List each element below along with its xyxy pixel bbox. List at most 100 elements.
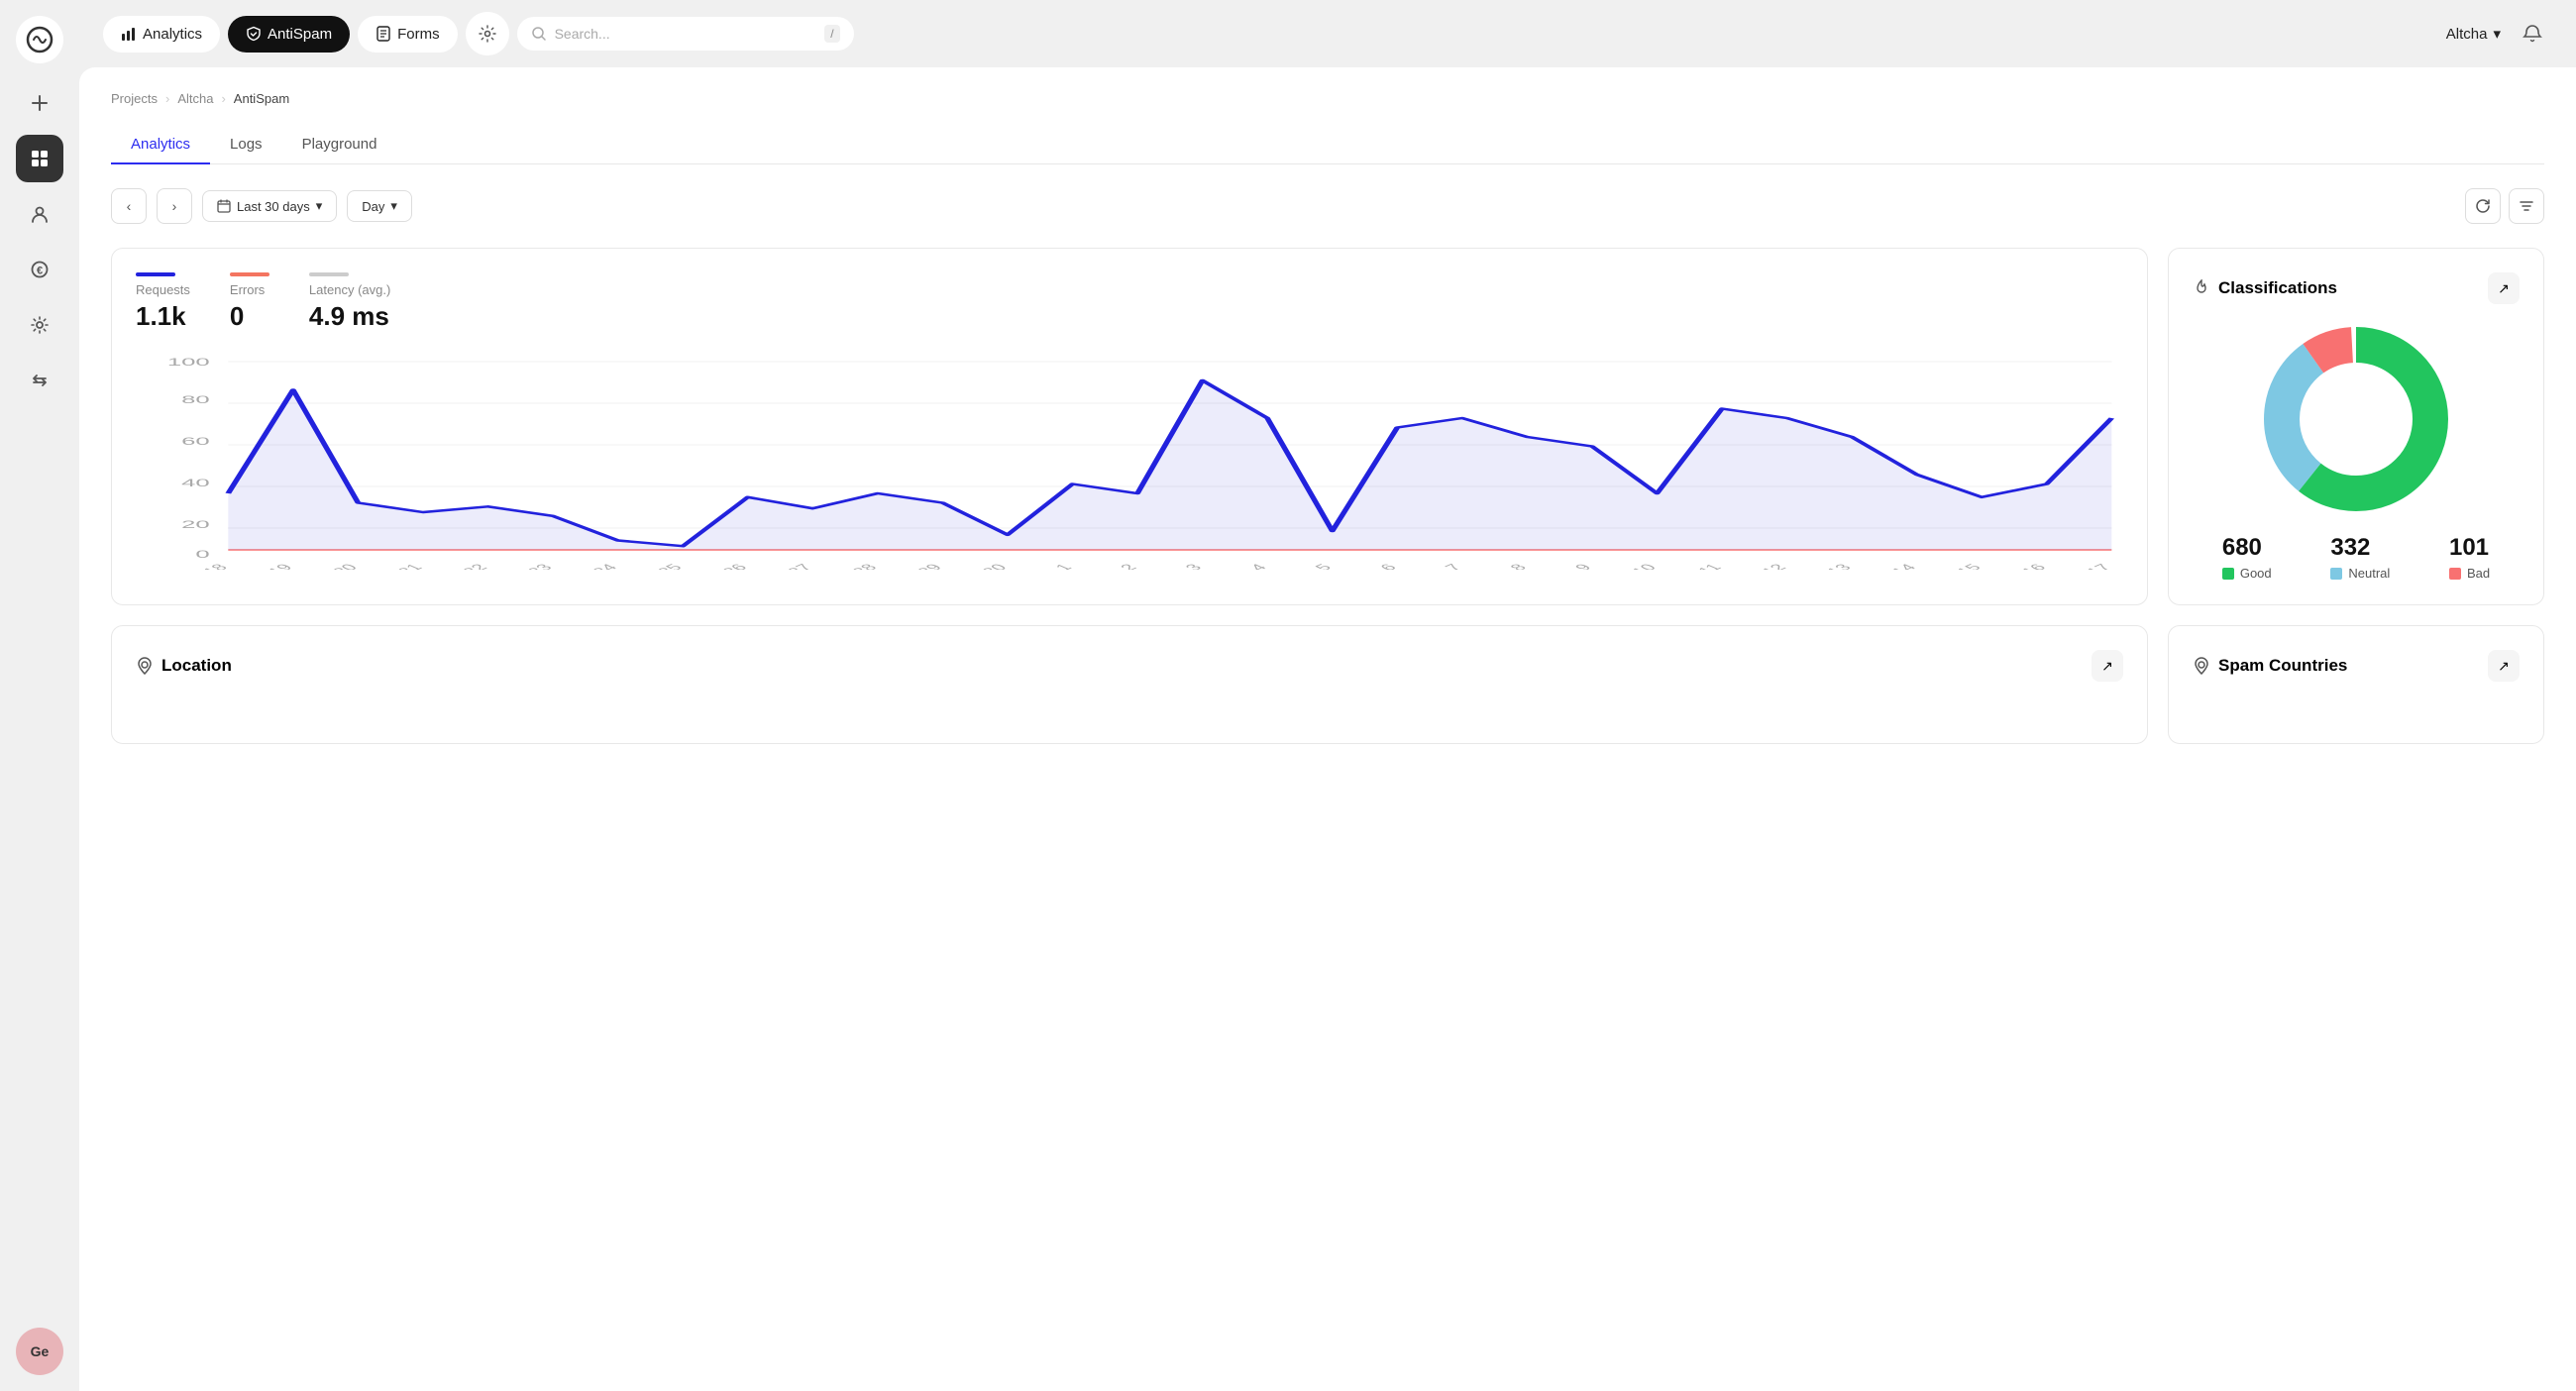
svg-text:Sep 20: Sep 20 (299, 562, 363, 570)
classifications-expand-btn[interactable]: ↗ (2488, 272, 2520, 304)
logo[interactable] (16, 16, 63, 63)
errors-label: Errors (230, 282, 269, 297)
sidebar-item-transfer[interactable] (16, 357, 63, 404)
svg-text:Oct 5: Oct 5 (1284, 562, 1336, 570)
classification-stats: 680 Good 332 Neutral 1 (2193, 534, 2520, 581)
sidebar-item-grid[interactable] (16, 135, 63, 182)
requests-label: Requests (136, 282, 190, 297)
sidebar-item-billing[interactable]: € (16, 246, 63, 293)
page-tabs: Analytics Logs Playground (111, 126, 2544, 164)
search-placeholder: Search... (555, 26, 610, 42)
svg-text:Oct 13: Oct 13 (1796, 562, 1856, 570)
bad-dot (2449, 568, 2461, 580)
requests-chart-card: Requests 1.1k Errors 0 Latency (avg.) 4.… (111, 248, 2148, 605)
svg-text:Oct 6: Oct 6 (1349, 562, 1401, 570)
svg-text:Sep 25: Sep 25 (623, 562, 687, 570)
svg-text:Sep 27: Sep 27 (753, 562, 816, 570)
neutral-value: 332 (2330, 534, 2390, 562)
breadcrumb-sep-2: › (221, 91, 225, 106)
topnav-right: Altcha ▾ (2446, 14, 2552, 54)
antispam-nav-btn[interactable]: AntiSpam (228, 16, 350, 53)
svg-text:Oct 2: Oct 2 (1090, 562, 1141, 570)
tab-logs[interactable]: Logs (210, 126, 282, 164)
latency-stat: Latency (avg.) 4.9 ms (309, 272, 390, 332)
search-bar[interactable]: Search... / (517, 17, 854, 51)
classifications-card: Classifications ↗ (2168, 248, 2544, 605)
svg-text:Sep 23: Sep 23 (493, 562, 557, 570)
spam-countries-expand-btn[interactable]: ↗ (2488, 650, 2520, 682)
errors-value: 0 (230, 301, 269, 332)
svg-text:20: 20 (181, 519, 210, 531)
notifications-btn[interactable] (2513, 14, 2552, 54)
svg-text:Oct 12: Oct 12 (1731, 562, 1790, 570)
location-card: Location ↗ (111, 625, 2148, 744)
svg-text:Oct 11: Oct 11 (1667, 562, 1726, 570)
svg-text:Oct 7: Oct 7 (1414, 562, 1465, 570)
antispam-nav-label: AntiSpam (268, 26, 332, 43)
breadcrumb-antispam[interactable]: AntiSpam (234, 91, 289, 106)
svg-text:Sep 18: Sep 18 (168, 562, 232, 570)
classifications-header: Classifications ↗ (2193, 272, 2520, 304)
breadcrumb-altcha[interactable]: Altcha (177, 91, 213, 106)
bad-value: 101 (2449, 534, 2490, 562)
svg-text:Oct 10: Oct 10 (1601, 562, 1661, 570)
breadcrumb-projects[interactable]: Projects (111, 91, 158, 106)
user-menu-btn[interactable]: Altcha ▾ (2446, 25, 2501, 43)
granularity-label: Day (362, 199, 384, 214)
spam-countries-icon (2193, 657, 2210, 675)
location-icon (136, 657, 154, 675)
granularity-dropdown[interactable]: Day ▾ (347, 190, 412, 222)
latency-value: 4.9 ms (309, 301, 390, 332)
svg-text:Sep 26: Sep 26 (689, 562, 752, 570)
spam-countries-expand-icon: ↗ (2498, 658, 2510, 675)
chevron-down-icon: ▾ (2493, 25, 2501, 43)
date-range-dropdown[interactable]: Last 30 days ▾ (202, 190, 337, 222)
spam-countries-header: Spam Countries ↗ (2193, 650, 2520, 682)
refresh-btn[interactable] (2465, 188, 2501, 224)
svg-text:Oct 3: Oct 3 (1154, 562, 1206, 570)
analytics-nav-btn[interactable]: Analytics (103, 16, 220, 53)
latency-label: Latency (avg.) (309, 282, 390, 297)
filter-btn[interactable] (2509, 188, 2544, 224)
sidebar: € Ge (0, 0, 79, 1391)
sidebar-item-users[interactable] (16, 190, 63, 238)
prev-btn[interactable]: ‹ (111, 188, 147, 224)
tab-playground[interactable]: Playground (282, 126, 397, 164)
tab-analytics[interactable]: Analytics (111, 126, 210, 164)
location-expand-btn[interactable]: ↗ (2092, 650, 2123, 682)
forms-nav-btn[interactable]: Forms (358, 16, 458, 53)
svg-text:Sep 24: Sep 24 (559, 562, 622, 570)
errors-legend (230, 272, 269, 276)
latency-legend (309, 272, 349, 276)
user-avatar[interactable]: Ge (16, 1328, 63, 1375)
granularity-chevron: ▾ (390, 198, 397, 214)
stats-row: Requests 1.1k Errors 0 Latency (avg.) 4.… (136, 272, 2123, 332)
svg-text:Oct 14: Oct 14 (1861, 562, 1920, 570)
svg-text:Sep 21: Sep 21 (364, 562, 427, 570)
classifications-title: Classifications (2193, 278, 2337, 298)
svg-text:Sep 28: Sep 28 (818, 562, 882, 570)
search-slash-icon: / (824, 25, 839, 43)
requests-stat: Requests 1.1k (136, 272, 190, 332)
svg-text:Oct 17: Oct 17 (2056, 562, 2115, 570)
good-label: Good (2222, 566, 2272, 581)
next-btn[interactable]: › (157, 188, 192, 224)
svg-text:Oct 15: Oct 15 (1926, 562, 1986, 570)
svg-text:€: € (37, 266, 43, 277)
neutral-stat: 332 Neutral (2330, 534, 2390, 581)
svg-text:40: 40 (181, 478, 210, 489)
topnav: Analytics AntiSpam Forms Search... / Alt… (79, 0, 2576, 67)
add-button[interactable] (16, 79, 63, 127)
classifications-label: Classifications (2218, 278, 2337, 298)
bad-label: Bad (2449, 566, 2490, 581)
dashboard-grid: Requests 1.1k Errors 0 Latency (avg.) 4.… (111, 248, 2544, 605)
svg-text:60: 60 (181, 436, 210, 448)
spam-countries-title: Spam Countries (2193, 656, 2347, 676)
chart-toolbar: ‹ › Last 30 days ▾ Day ▾ (111, 188, 2544, 224)
svg-text:0: 0 (195, 549, 209, 561)
good-dot (2222, 568, 2234, 580)
toolbar-right (2465, 188, 2544, 224)
good-stat: 680 Good (2222, 534, 2272, 581)
sidebar-item-settings[interactable] (16, 301, 63, 349)
settings-nav-btn[interactable] (466, 12, 509, 55)
